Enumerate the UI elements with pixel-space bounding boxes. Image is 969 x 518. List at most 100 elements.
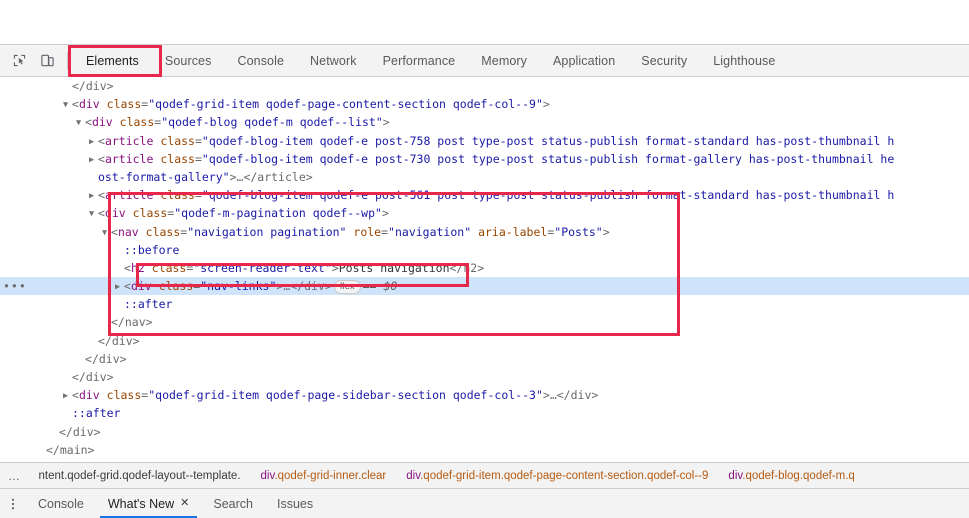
chevron-down-icon[interactable]: ▼ <box>76 114 85 132</box>
dom-node-row[interactable]: ▶ost-format-gallery">…</article> <box>0 168 969 186</box>
dom-node-row[interactable]: ▶</div> <box>0 332 969 350</box>
drawer-tab-what-s-new[interactable]: What's New ✕ <box>96 489 202 518</box>
dom-node-row[interactable]: ▶</div> <box>0 77 969 95</box>
dom-token-punct: < <box>124 279 131 294</box>
chevron-down-icon[interactable]: ▼ <box>102 224 111 242</box>
dom-token-tag: h2 <box>130 260 145 275</box>
dom-token-punct <box>100 388 107 402</box>
breadcrumb-item[interactable]: div.qodef-blog.qodef-m.q <box>718 470 864 482</box>
dom-token-attr: class <box>119 115 155 130</box>
dom-node-row[interactable]: ▶</div> <box>0 423 969 441</box>
chevron-right-icon[interactable]: ▶ <box>63 387 72 405</box>
breadcrumb-classes: .qodef-grid.qodef-layout--template. <box>64 469 241 482</box>
dom-node-row[interactable]: ▶::after <box>0 404 969 422</box>
drawer-tab-label: Search <box>213 496 253 511</box>
dom-token-punct: < <box>72 388 79 403</box>
dom-token-punct: </main> <box>46 442 95 457</box>
dom-token-val: "qodef-grid-item qodef-page-sidebar-sect… <box>148 388 543 403</box>
devtools-window: Elements Sources Console Network Performance… <box>0 0 969 518</box>
dom-node-row[interactable]: ▶</div> <box>0 368 969 386</box>
dom-token-attr: class <box>160 133 195 148</box>
dom-node-row[interactable]: ▶</div> <box>0 350 969 368</box>
dom-node-row[interactable]: ▶ <article class="qodef-blog-item qodef-e… <box>0 186 969 204</box>
chevron-right-icon[interactable]: ▶ <box>89 151 98 169</box>
more-vertical-icon[interactable] <box>0 489 26 518</box>
dom-token-attr: class <box>151 260 187 275</box>
dom-node-row[interactable]: ▼ <div class="qodef-grid-item qodef-page-… <box>0 95 969 113</box>
panel-tab-list: Elements Sources Console Network Performance… <box>73 45 788 76</box>
flex-badge[interactable]: flex <box>333 280 361 295</box>
dom-node-row[interactable]: ▶::before <box>0 241 969 259</box>
chevron-down-icon[interactable]: ▼ <box>89 205 98 223</box>
dom-token-val: "qodef-blog qodef-m qodef--list" <box>161 115 383 130</box>
dom-token-val: "Posts" <box>554 224 603 239</box>
tab-console[interactable]: Console <box>224 45 297 76</box>
dom-node-row[interactable]: ▶<h2 class="screen-reader-text">Posts na… <box>0 259 969 277</box>
device-toolbar-icon[interactable] <box>34 48 60 74</box>
breadcrumb-tag: div <box>406 469 421 482</box>
dom-node-row[interactable]: ▼ <nav class = "navigation pagination" role… <box>0 223 969 241</box>
chevron-right-icon[interactable]: ▶ <box>89 187 98 205</box>
dom-token-punct: > <box>382 115 390 130</box>
dom-token-punct: > <box>542 388 550 403</box>
tab-application[interactable]: Application <box>540 45 628 76</box>
dom-token-tag: div <box>91 115 113 130</box>
breadcrumb-item[interactable]: div.qodef-grid-inner.clear <box>251 470 397 482</box>
chevron-down-icon[interactable]: ▼ <box>63 96 72 114</box>
dom-token-punct: < <box>98 151 105 166</box>
breadcrumb-classes: .qodef-blog.qodef-m.q <box>742 469 855 482</box>
drawer-tab-list: Console What's New ✕ Search Issues <box>26 489 325 518</box>
breadcrumb-classes: .qodef-grid-item.qodef-page-content-sect… <box>420 469 709 482</box>
dom-token-punct <box>113 115 120 129</box>
dom-token-tag: div <box>104 206 126 221</box>
dom-token-attr: class <box>132 206 168 221</box>
dom-token-punct <box>139 225 146 239</box>
breadcrumb-item[interactable]: div.qodef-grid-item.qodef-page-content-s… <box>396 470 718 482</box>
chevron-right-icon[interactable]: ▶ <box>89 133 98 151</box>
breadcrumb-overflow-icon[interactable]: … <box>0 469 29 483</box>
dom-token-punct <box>152 279 159 293</box>
dom-node-row[interactable]: ▼ <div class="qodef-blog qodef-m qodef--l… <box>0 113 969 131</box>
tree-spacer: ▶ <box>63 405 72 423</box>
dom-token-punct: </div> <box>85 351 127 366</box>
dom-token-val: "screen-reader-text" <box>193 260 332 275</box>
dom-node-row[interactable]: ▶ <article class="qodef-blog-item qodef-e… <box>0 150 969 168</box>
tab-memory[interactable]: Memory <box>468 45 540 76</box>
dom-token-punct: > <box>381 206 389 221</box>
tab-performance[interactable]: Performance <box>370 45 469 76</box>
dom-node-row[interactable]: ▶</nav> <box>0 313 969 331</box>
dom-token-val: "qodef-blog-item qodef-e post-730 post t… <box>201 151 895 166</box>
dom-node-row-selected[interactable]: ••• ▶ <div class="nav-links">…</div> flex ==… <box>0 277 969 296</box>
elements-dom-tree-panel[interactable]: ▶</div>▼<div class="qodef-grid-item qode… <box>0 77 969 462</box>
dom-node-row[interactable]: ▶</main> <box>0 441 969 459</box>
node-more-icon[interactable]: ••• <box>3 277 26 295</box>
dom-node-row[interactable]: ▶::after <box>0 295 969 313</box>
tab-network[interactable]: Network <box>297 45 370 76</box>
dom-token-tag: div <box>130 279 152 294</box>
dom-node-row[interactable]: ▼ <div class="qodef-m-pagination qodef--w… <box>0 204 969 222</box>
drawer-tab-console[interactable]: Console <box>26 489 96 518</box>
dom-token-attr: class <box>160 188 195 203</box>
dom-token-punct: < <box>85 115 92 130</box>
breadcrumb-item[interactable]: ntent.qodef-grid.qodef-layout--template. <box>29 470 251 482</box>
dom-token-attr: class <box>160 151 195 166</box>
page-viewport-blank <box>0 0 969 44</box>
dom-token-attr: aria-label <box>478 224 548 239</box>
dom-token-ellip: … <box>549 388 557 403</box>
drawer-tab-search[interactable]: Search <box>201 489 265 518</box>
drawer-tab-issues[interactable]: Issues <box>265 489 325 518</box>
inspect-element-icon[interactable] <box>6 48 32 74</box>
close-icon[interactable]: ✕ <box>180 498 189 509</box>
chevron-right-icon[interactable]: ▶ <box>115 278 124 296</box>
tab-security[interactable]: Security <box>628 45 700 76</box>
tab-lighthouse[interactable]: Lighthouse <box>700 45 788 76</box>
dom-node-row[interactable]: ▶ <div class="qodef-grid-item qodef-page-… <box>0 386 969 404</box>
tab-elements[interactable]: Elements <box>73 45 152 76</box>
tab-sources[interactable]: Sources <box>152 45 225 76</box>
tree-spacer: ▶ <box>50 424 59 442</box>
dom-token-val: "qodef-blog-item qodef-e post-758 post t… <box>201 133 895 148</box>
dom-node-row[interactable]: ▶ <article class="qodef-blog-item qodef-e… <box>0 132 969 150</box>
dom-token-punct: </div> <box>72 79 114 93</box>
tree-spacer: ▶ <box>37 442 46 460</box>
dom-breadcrumb-bar[interactable]: … ntent.qodef-grid.qodef-layout--template… <box>0 462 969 488</box>
